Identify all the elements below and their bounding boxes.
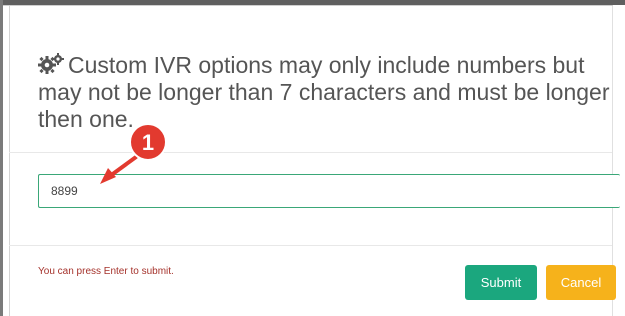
footer-divider bbox=[9, 245, 612, 246]
gears-icon bbox=[38, 53, 64, 75]
dialog-prompt: Custom IVR options may only include numb… bbox=[38, 52, 618, 133]
ivr-option-input[interactable] bbox=[38, 174, 620, 208]
divider bbox=[9, 152, 612, 153]
enter-hint-text: You can press Enter to submit. bbox=[38, 266, 174, 277]
submit-button[interactable]: Submit bbox=[465, 265, 537, 300]
cancel-button[interactable]: Cancel bbox=[546, 265, 616, 300]
dialog-prompt-text: Custom IVR options may only include numb… bbox=[38, 52, 610, 132]
window-left-border bbox=[0, 0, 3, 316]
